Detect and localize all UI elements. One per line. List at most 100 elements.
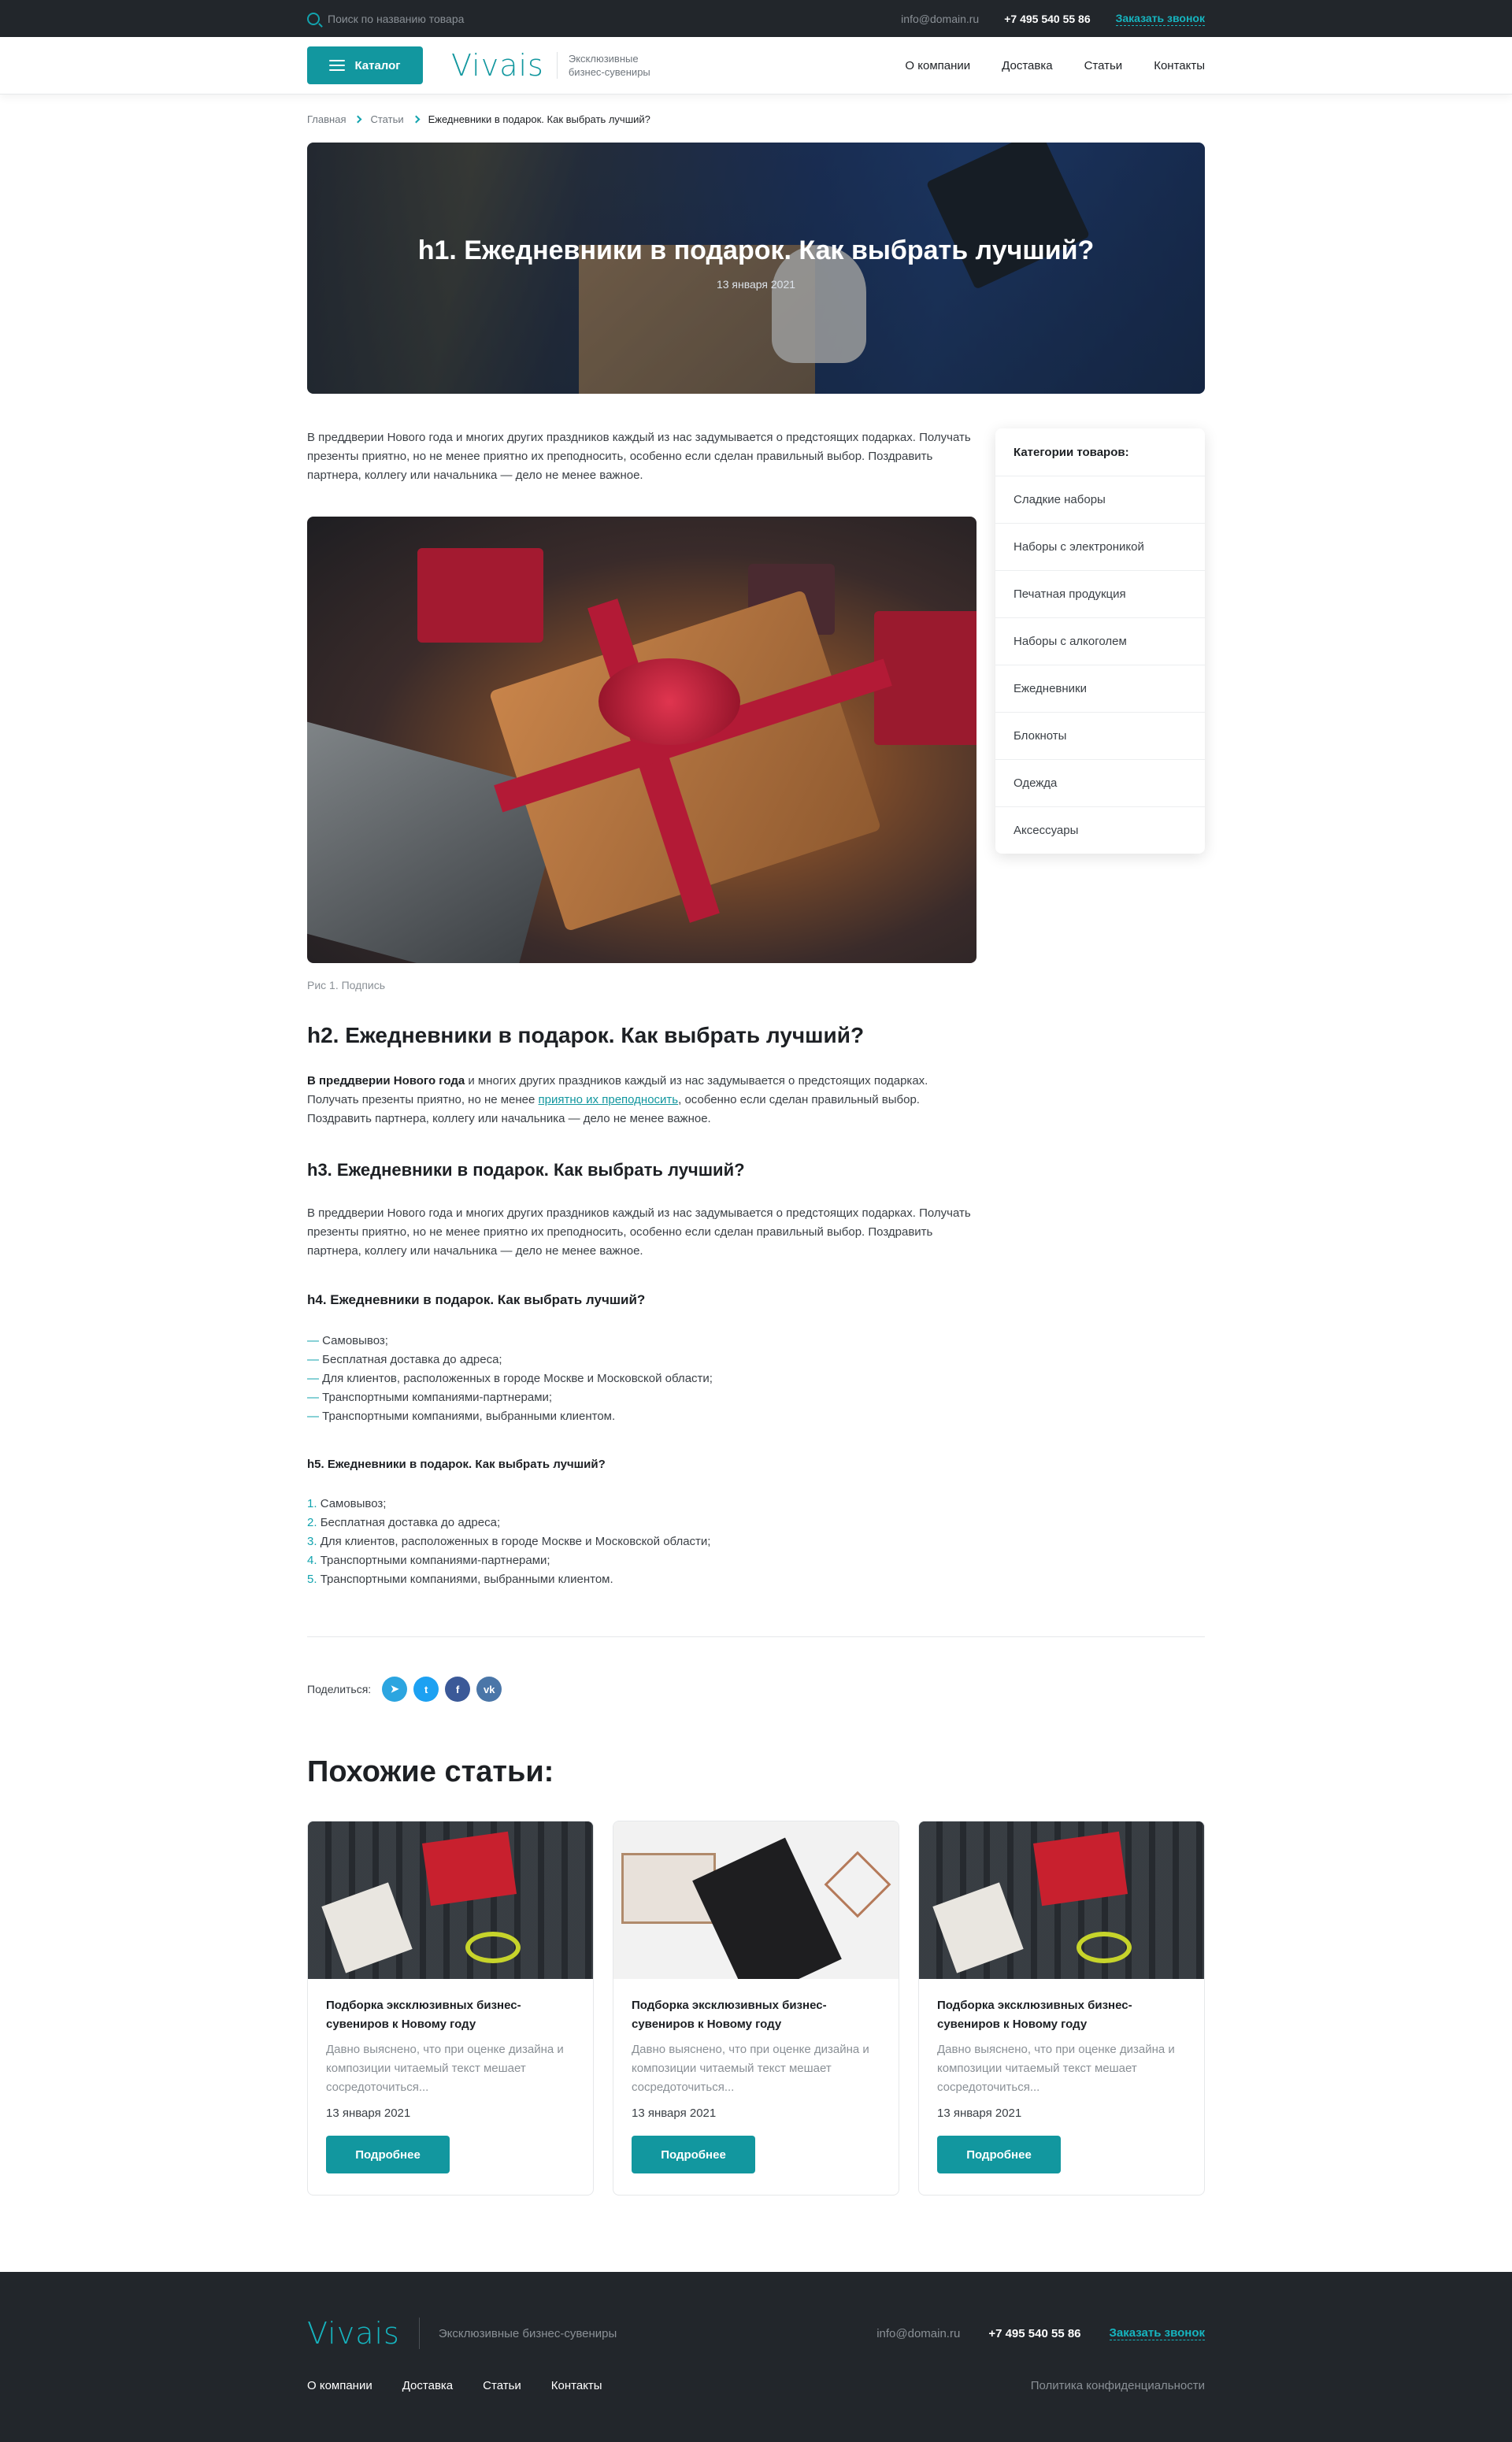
category-item[interactable]: Печатная продукция bbox=[995, 570, 1205, 617]
list-item: 2. Бесплатная доставка до адреса; bbox=[307, 1516, 501, 1529]
article-content: В преддверии Нового года и многих других… bbox=[307, 428, 976, 1589]
footer-nav-delivery[interactable]: Доставка bbox=[402, 2379, 453, 2392]
heading-h3: h3. Ежедневники в подарок. Как выбрать л… bbox=[307, 1160, 745, 1180]
catalog-label: Каталог bbox=[354, 58, 401, 72]
list-item: — Самовывоз; bbox=[307, 1334, 388, 1347]
search-input[interactable]: Поиск по названию товара bbox=[307, 12, 901, 25]
main-nav: О компании Доставка Статьи Контакты bbox=[905, 59, 1205, 72]
top-phone-link[interactable]: +7 495 540 55 86 bbox=[1004, 13, 1090, 25]
list-item: 1. Самовывоз; bbox=[307, 1497, 387, 1510]
hero-banner: h1. Ежедневники в подарок. Как выбрать л… bbox=[307, 143, 1205, 394]
heading-h4: h4. Ежедневники в подарок. Как выбрать л… bbox=[307, 1292, 646, 1307]
breadcrumb-home[interactable]: Главная bbox=[307, 113, 346, 125]
categories-title: Категории товаров: bbox=[1014, 445, 1129, 459]
card-title[interactable]: Подборка эксклюзивных бизнес-сувениров к… bbox=[632, 1996, 880, 2034]
list-item: 5. Транспортными компаниями, выбранными … bbox=[307, 1573, 613, 1586]
nav-item-contacts[interactable]: Контакты bbox=[1154, 59, 1205, 72]
paragraph-3: В преддверии Нового года и многих других… bbox=[307, 1206, 971, 1258]
card-text: Давно выяснено, что при оценке дизайна и… bbox=[632, 2043, 869, 2094]
category-item[interactable]: Сладкие наборы bbox=[995, 476, 1205, 523]
article-date: 13 января 2021 bbox=[716, 278, 796, 291]
more-button[interactable]: Подробнее bbox=[937, 2136, 1061, 2173]
nav-item-articles[interactable]: Статьи bbox=[1084, 59, 1123, 72]
privacy-policy-link[interactable]: Политика конфиденциальности bbox=[1031, 2379, 1205, 2392]
article-layout: В преддверии Нового года и многих других… bbox=[307, 428, 1205, 1589]
page-title: h1. Ежедневники в подарок. Как выбрать л… bbox=[417, 235, 1095, 265]
footer-nav-about[interactable]: О компании bbox=[307, 2379, 372, 2392]
paragraph-2: В преддверии Нового года и многих других… bbox=[307, 1074, 928, 1125]
more-button[interactable]: Подробнее bbox=[632, 2136, 755, 2173]
footer-email-link[interactable]: info@domain.ru bbox=[876, 2327, 960, 2340]
footer-nav-contacts[interactable]: Контакты bbox=[551, 2379, 602, 2392]
search-icon bbox=[307, 12, 320, 25]
callback-link[interactable]: Заказать звонок bbox=[1115, 12, 1205, 26]
category-item[interactable]: Блокноты bbox=[995, 712, 1205, 759]
sidebar: Категории товаров: Сладкие наборы Наборы… bbox=[995, 428, 1205, 1589]
catalog-button[interactable]: Каталог bbox=[307, 46, 423, 84]
list-item: — Бесплатная доставка до адреса; bbox=[307, 1353, 502, 1366]
breadcrumb-articles[interactable]: Статьи bbox=[370, 113, 403, 125]
card-image bbox=[308, 1821, 593, 1979]
list-item: — Транспортными компаниями, выбранными к… bbox=[307, 1410, 616, 1423]
list-item: 4. Транспортными компаниями-партнерами; bbox=[307, 1554, 550, 1567]
telegram-icon[interactable]: ➤ bbox=[382, 1677, 408, 1702]
article-card[interactable]: Подборка эксклюзивных бизнес-сувениров к… bbox=[613, 1821, 899, 2196]
top-bar: Поиск по названию товара info@domain.ru … bbox=[0, 0, 1512, 37]
list-item: — Транспортными компаниями-партнерами; bbox=[307, 1391, 553, 1404]
similar-articles-list: Подборка эксклюзивных бизнес-сувениров к… bbox=[307, 1821, 1205, 2196]
logo-tagline: Эксклюзивные бизнес-сувениры bbox=[556, 52, 667, 79]
category-item[interactable]: Наборы с электроникой bbox=[995, 523, 1205, 570]
menu-icon bbox=[329, 60, 346, 71]
heading-h5: h5. Ежедневники в подарок. Как выбрать л… bbox=[307, 1458, 606, 1471]
article-card[interactable]: Подборка эксклюзивных бизнес-сувениров к… bbox=[307, 1821, 594, 2196]
top-email-link[interactable]: info@domain.ru bbox=[901, 13, 979, 25]
article-image-gifts bbox=[307, 517, 976, 963]
card-text: Давно выяснено, что при оценке дизайна и… bbox=[937, 2043, 1175, 2094]
logo[interactable]: Vivais bbox=[451, 48, 544, 83]
category-item[interactable]: Ежедневники bbox=[995, 665, 1205, 712]
bold-text: В преддверии Нового года bbox=[307, 1074, 465, 1088]
share-block: Поделиться: ➤ t f vk bbox=[307, 1677, 1205, 1702]
footer-callback-link[interactable]: Заказать звонок bbox=[1109, 2326, 1205, 2340]
card-image bbox=[919, 1821, 1204, 1979]
list-item: — Для клиентов, расположенных в городе М… bbox=[307, 1372, 713, 1385]
image-caption: Рис 1. Подпись bbox=[307, 979, 386, 991]
card-date: 13 января 2021 bbox=[326, 2107, 411, 2120]
footer-logo[interactable]: Vivais bbox=[307, 2316, 400, 2351]
dash-list: — Самовывоз; — Бесплатная доставка до ад… bbox=[307, 1332, 976, 1426]
article-lead: В преддверии Нового года и многих других… bbox=[307, 431, 971, 482]
similar-articles-title: Похожие статьи: bbox=[307, 1755, 554, 1788]
card-date: 13 января 2021 bbox=[632, 2107, 717, 2120]
footer-phone-link[interactable]: +7 495 540 55 86 bbox=[988, 2327, 1080, 2340]
numbered-list: 1. Самовывоз; 2. Бесплатная доставка до … bbox=[307, 1495, 976, 1589]
search-placeholder: Поиск по названию товара bbox=[328, 12, 465, 25]
divider bbox=[307, 1636, 1205, 1637]
chevron-right-icon bbox=[412, 115, 421, 123]
nav-item-about[interactable]: О компании bbox=[905, 59, 970, 72]
breadcrumb: Главная Статьи Ежедневники в подарок. Ка… bbox=[307, 111, 1205, 127]
categories-menu: Категории товаров: Сладкие наборы Наборы… bbox=[995, 428, 1205, 854]
inline-link[interactable]: приятно их преподносить bbox=[539, 1093, 679, 1106]
card-date: 13 января 2021 bbox=[937, 2107, 1022, 2120]
category-item[interactable]: Одежда bbox=[995, 759, 1205, 806]
nav-item-delivery[interactable]: Доставка bbox=[1002, 59, 1052, 72]
list-item: 3. Для клиентов, расположенных в городе … bbox=[307, 1535, 711, 1548]
twitter-icon[interactable]: t bbox=[413, 1677, 439, 1702]
card-title[interactable]: Подборка эксклюзивных бизнес-сувениров к… bbox=[326, 1996, 575, 2034]
footer-tagline: Эксклюзивные бизнес-сувениры bbox=[418, 2318, 617, 2349]
facebook-icon[interactable]: f bbox=[445, 1677, 471, 1702]
card-title[interactable]: Подборка эксклюзивных бизнес-сувениров к… bbox=[937, 1996, 1186, 2034]
share-label: Поделиться: bbox=[307, 1683, 372, 1695]
category-item[interactable]: Аксессуары bbox=[995, 806, 1205, 854]
vk-icon[interactable]: vk bbox=[476, 1677, 502, 1702]
breadcrumb-current: Ежедневники в подарок. Как выбрать лучши… bbox=[428, 113, 650, 125]
site-header: Каталог Vivais Эксклюзивные бизнес-сувен… bbox=[0, 37, 1512, 94]
card-text: Давно выяснено, что при оценке дизайна и… bbox=[326, 2043, 564, 2094]
footer-nav-articles[interactable]: Статьи bbox=[483, 2379, 521, 2392]
footer-nav: О компании Доставка Статьи Контакты bbox=[307, 2379, 602, 2392]
chevron-right-icon bbox=[354, 115, 362, 123]
article-card[interactable]: Подборка эксклюзивных бизнес-сувениров к… bbox=[918, 1821, 1205, 2196]
more-button[interactable]: Подробнее bbox=[326, 2136, 450, 2173]
card-image bbox=[613, 1821, 899, 1979]
category-item[interactable]: Наборы с алкоголем bbox=[995, 617, 1205, 665]
